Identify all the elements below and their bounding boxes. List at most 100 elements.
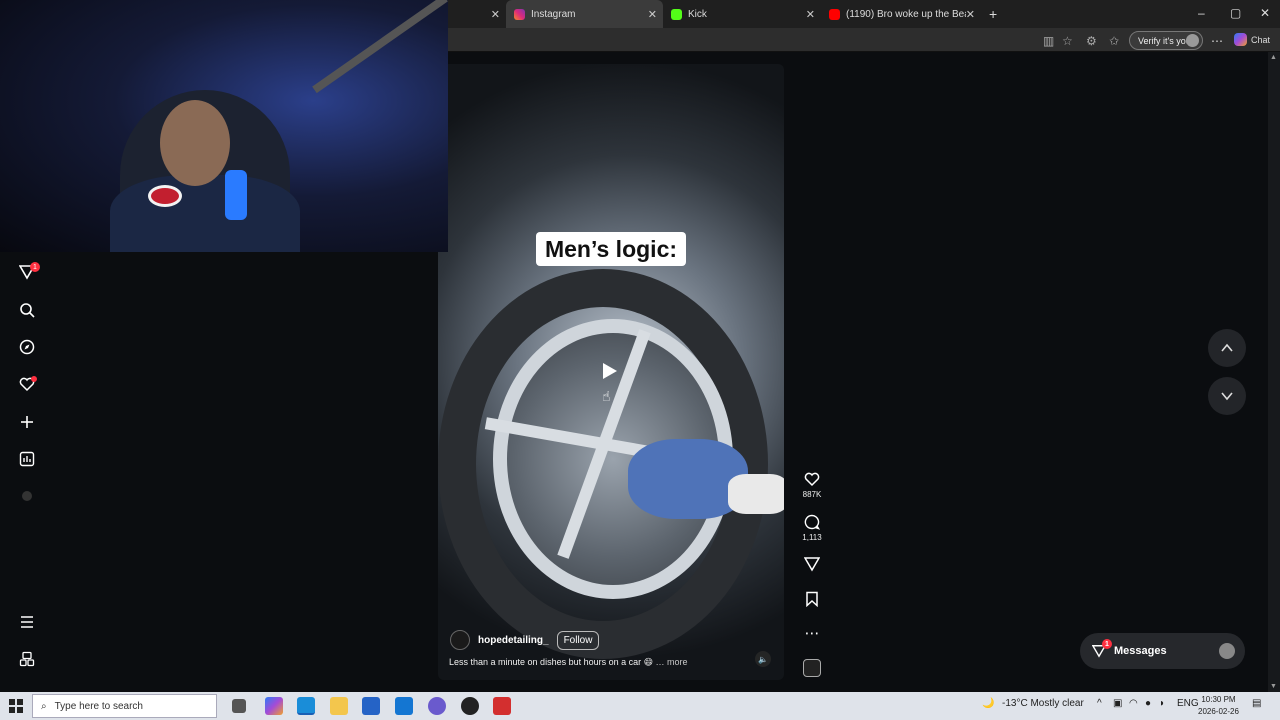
save-bookmark-icon[interactable] <box>803 590 821 608</box>
clock-time: 10:30 PM <box>1201 695 1236 704</box>
outlook-app-icon[interactable] <box>395 697 413 715</box>
minimize-button[interactable]: – <box>1198 6 1205 20</box>
scroll-down-icon[interactable]: ▼ <box>1270 683 1277 690</box>
tab-close-icon[interactable]: ✕ <box>648 8 657 21</box>
dashboard-icon[interactable] <box>18 450 36 468</box>
messages-button[interactable]: 1 Messages <box>1080 633 1245 669</box>
copilot-app-icon[interactable] <box>265 697 283 715</box>
reading-view-icon[interactable]: ▥ <box>1043 34 1054 48</box>
like-count: 887K <box>802 490 822 499</box>
jersey-logo <box>148 185 182 207</box>
share-icon[interactable] <box>803 555 821 573</box>
windows-start-icon[interactable] <box>9 699 23 713</box>
more-options-icon[interactable]: ⋯ <box>803 624 821 642</box>
task-view-icon[interactable] <box>232 699 246 713</box>
kick-favicon-icon <box>671 8 682 20</box>
browser-toolbar: ▥ ☆ ⚙ ✩ Verify it's you ⋯ Chat <box>448 28 1280 52</box>
search-placeholder: Type here to search <box>54 700 143 712</box>
tab-label: Instagram <box>531 8 576 20</box>
comment-count: 1,113 <box>802 533 822 542</box>
reel-description: Less than a minute on dishes but hours o… <box>449 657 688 668</box>
tab-close-icon[interactable]: ✕ <box>966 8 975 21</box>
mouse-cursor-icon: ☝ <box>602 388 611 404</box>
new-tab-button[interactable]: + <box>981 0 1005 28</box>
reel-author-row: hopedetailing_ Follow <box>450 630 600 650</box>
hand-sleeve <box>728 474 784 514</box>
youtube-favicon-icon <box>829 8 840 20</box>
weather-icon[interactable]: 🌙 <box>982 698 994 709</box>
tab-instagram[interactable]: Instagram ✕ <box>506 0 663 28</box>
clock-date: 2026-02-26 <box>1198 707 1239 716</box>
notification-badge: 1 <box>30 262 40 272</box>
instagram-favicon-icon <box>514 8 525 20</box>
description-text: Less than a minute on dishes but hours o… <box>449 657 654 667</box>
messages-avatar <box>1219 643 1235 659</box>
previous-reel-button[interactable] <box>1208 329 1246 367</box>
profile-avatar <box>1186 34 1199 47</box>
profile-verify-button[interactable]: Verify it's you <box>1129 31 1203 50</box>
threads-icon[interactable] <box>18 650 36 668</box>
tab-close-icon[interactable]: ✕ <box>806 8 815 21</box>
streamer-shirt <box>110 175 300 252</box>
language-indicator[interactable]: ENG <box>1177 698 1199 709</box>
play-icon[interactable] <box>603 363 617 379</box>
webcam-overlay <box>0 0 448 252</box>
search-icon[interactable] <box>18 301 36 319</box>
favorites-icon[interactable]: ✩ <box>1109 34 1119 48</box>
window-close-button[interactable]: ✕ <box>1260 6 1270 20</box>
notification-center-icon[interactable]: ▤ <box>1252 698 1261 709</box>
next-reel-button[interactable] <box>1208 377 1246 415</box>
browser-tab-strip: ✕ Instagram ✕ Kick ✕ (1190) Bro woke up … <box>448 0 1280 28</box>
taskbar-clock[interactable]: 10:30 PM 2026-02-26 <box>1198 694 1239 718</box>
store-app-icon[interactable] <box>362 697 380 715</box>
obs-app-icon[interactable] <box>461 697 479 715</box>
file-explorer-icon[interactable] <box>330 697 348 715</box>
more-link[interactable]: … more <box>656 657 688 667</box>
page-scrollbar[interactable]: ▲ ▼ <box>1268 52 1280 692</box>
tab-youtube[interactable]: (1190) Bro woke up the Beast by n ✕ <box>821 0 981 28</box>
restore-button[interactable]: ▢ <box>1230 6 1241 20</box>
edge-app-icon[interactable] <box>297 697 315 715</box>
mute-button[interactable]: 🔈 <box>755 651 771 667</box>
menu-icon[interactable] <box>18 613 36 631</box>
like-icon[interactable] <box>803 470 821 488</box>
verify-label: Verify it's you <box>1138 35 1191 46</box>
create-icon[interactable] <box>18 413 36 431</box>
audio-thumbnail-icon[interactable] <box>803 659 821 677</box>
comment-icon[interactable] <box>803 513 821 531</box>
stream-app-icon[interactable] <box>493 697 511 715</box>
messages-label: Messages <box>1114 645 1167 657</box>
more-menu-icon[interactable]: ⋯ <box>1211 34 1223 48</box>
windows-taskbar: ⌕ Type here to search 🌙 -13°C Mostly cle… <box>0 692 1280 720</box>
author-name[interactable]: hopedetailing_ <box>478 635 549 646</box>
taskbar-search-input[interactable]: ⌕ Type here to search <box>32 694 217 718</box>
chat-label: Chat <box>1251 34 1271 45</box>
reel-overlay-text: Men’s logic: <box>536 232 686 266</box>
scroll-up-icon[interactable]: ▲ <box>1270 54 1277 61</box>
messages-badge: 1 <box>1102 639 1112 649</box>
meet-now-icon[interactable]: ▣ <box>1113 698 1122 709</box>
copilot-icon <box>1234 33 1247 46</box>
search-icon: ⌕ <box>41 700 47 712</box>
explore-icon[interactable] <box>18 338 36 356</box>
wifi-icon[interactable]: ◠ <box>1129 698 1138 709</box>
tab-previous[interactable]: ✕ <box>448 0 506 28</box>
extensions-icon[interactable]: ⚙ <box>1086 34 1097 48</box>
mic-arm <box>312 0 448 94</box>
profile-icon[interactable] <box>18 487 36 505</box>
favorite-star-icon[interactable]: ☆ <box>1062 34 1073 48</box>
author-avatar[interactable] <box>450 630 470 650</box>
discord-app-icon[interactable] <box>428 697 446 715</box>
streamer-head <box>160 100 230 186</box>
follow-button[interactable]: Follow <box>556 630 600 650</box>
tab-close-icon[interactable]: ✕ <box>491 8 500 21</box>
water-bottle <box>225 170 247 220</box>
activity-dot <box>31 376 37 382</box>
microphone-icon[interactable]: ● <box>1145 698 1151 709</box>
weather-text[interactable]: -13°C Mostly clear <box>1002 698 1084 709</box>
tab-label: (1190) Bro woke up the Beast by n <box>846 8 966 20</box>
tab-kick[interactable]: Kick ✕ <box>663 0 821 28</box>
volume-icon[interactable]: ◗ <box>1159 698 1165 709</box>
copilot-chat-button[interactable]: Chat <box>1234 33 1270 46</box>
tray-overflow-icon[interactable]: ^ <box>1097 698 1102 709</box>
